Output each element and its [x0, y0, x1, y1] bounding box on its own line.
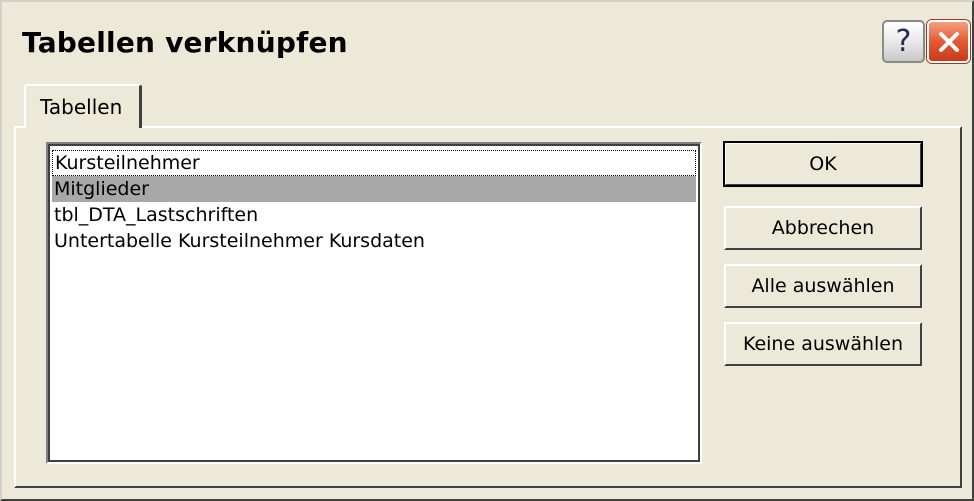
close-button[interactable]: [927, 20, 970, 63]
help-button[interactable]: ?: [882, 20, 925, 63]
select-all-button[interactable]: Alle auswählen: [724, 264, 922, 308]
tab-tabellen-label: Tabellen: [40, 95, 123, 119]
tables-list: Kursteilnehmer Mitglieder tbl_DTA_Lastsc…: [52, 150, 696, 254]
tables-listbox[interactable]: Kursteilnehmer Mitglieder tbl_DTA_Lastsc…: [46, 142, 702, 464]
list-item-kursteilnehmer[interactable]: Kursteilnehmer: [52, 150, 696, 176]
tab-tabellen[interactable]: Tabellen: [24, 84, 142, 128]
list-item-mitglieder[interactable]: Mitglieder: [52, 176, 696, 202]
title-bar[interactable]: Tabellen verknüpfen ?: [2, 2, 972, 76]
list-item-untertabelle-kursdaten[interactable]: Untertabelle Kursteilnehmer Kursdaten: [52, 228, 696, 254]
select-none-button[interactable]: Keine auswählen: [724, 322, 922, 366]
cancel-button[interactable]: Abbrechen: [724, 206, 922, 250]
link-tables-dialog: Tabellen verknüpfen ? Tabellen Kursteiln…: [0, 0, 974, 501]
close-x-icon: [938, 31, 959, 52]
ok-button[interactable]: OK: [723, 141, 923, 187]
dialog-title: Tabellen verknüpfen: [22, 26, 348, 59]
list-item-tbl-dta-lastschriften[interactable]: tbl_DTA_Lastschriften: [52, 202, 696, 228]
question-mark-icon: ?: [895, 24, 912, 59]
